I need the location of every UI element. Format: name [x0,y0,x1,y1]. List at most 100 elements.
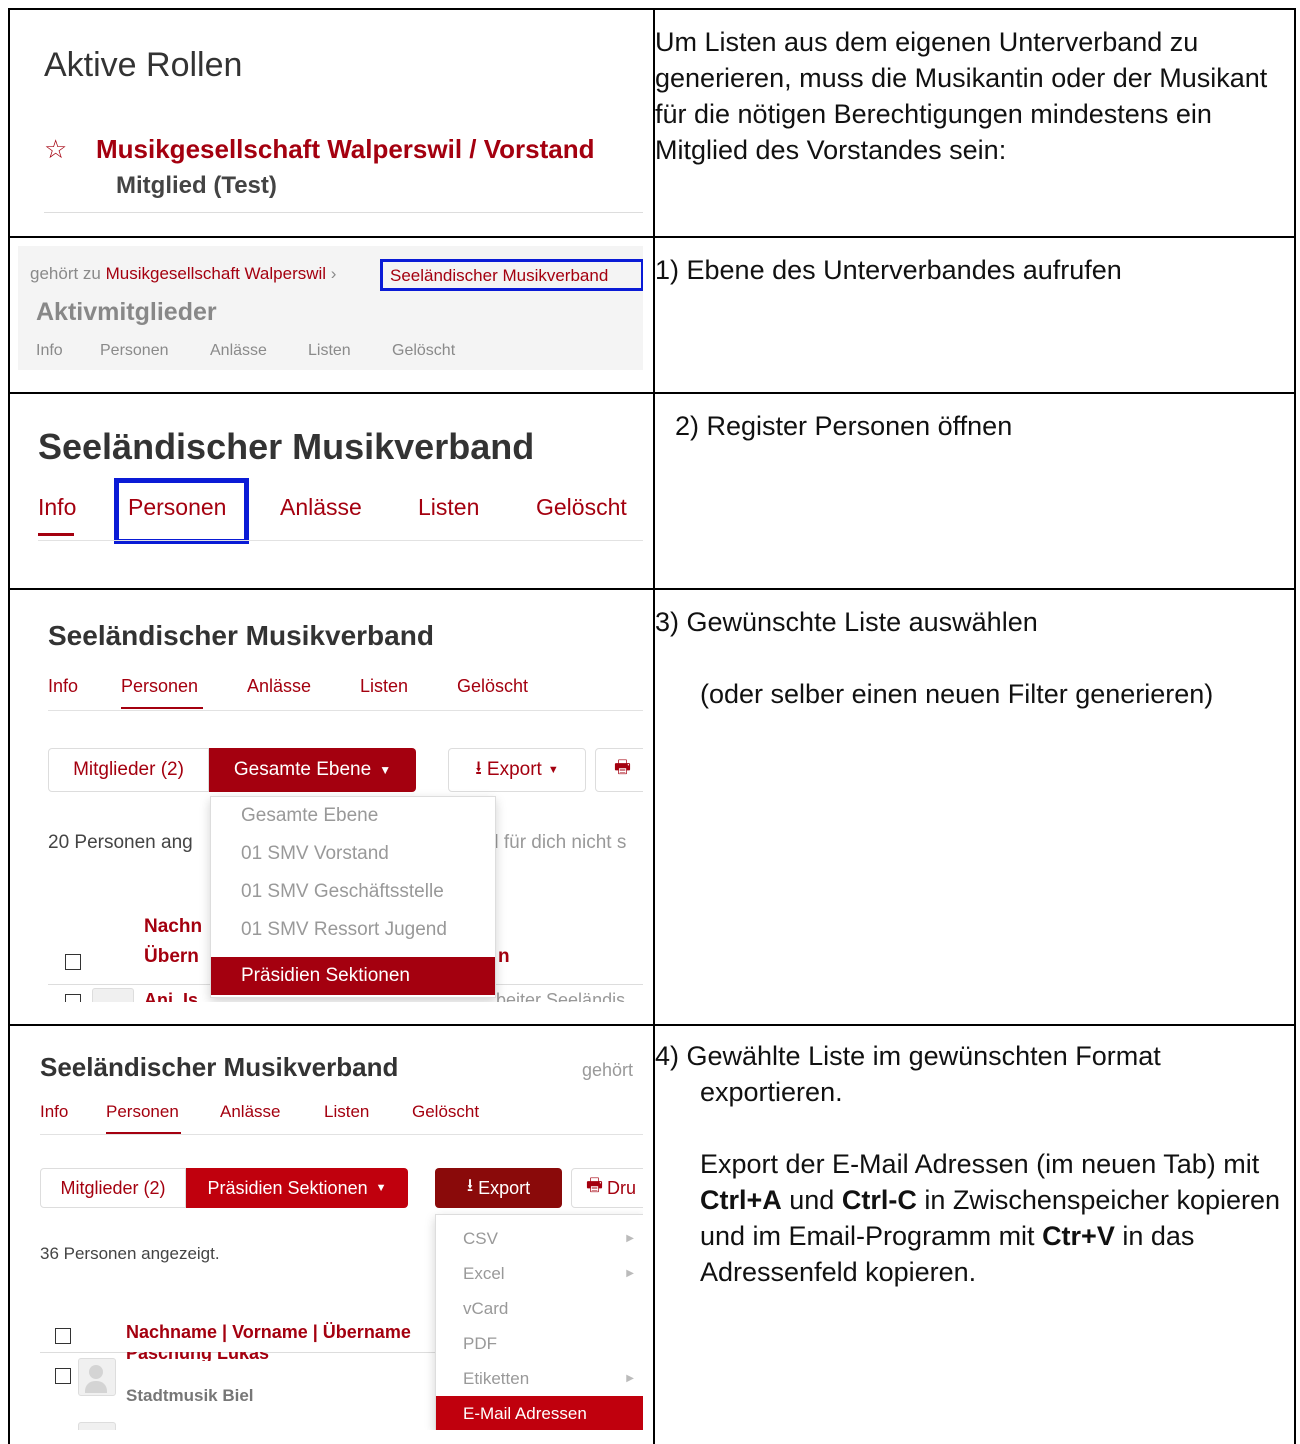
export-option-etiketten[interactable]: Etiketten ▶ [436,1361,643,1396]
tab-info[interactable]: Info [38,494,76,521]
dropdown-item[interactable]: 01 SMV Vorstand [211,835,495,873]
tab-geloescht[interactable]: Gelöscht [412,1102,479,1122]
tab-anlaesse[interactable]: Anlässe [280,494,362,521]
column-header-uebername[interactable]: Übern [144,946,199,968]
dropdown-item[interactable]: Gesamte Ebene [211,797,495,835]
avatar [78,1358,116,1396]
verband-title: Seeländischer Musikverband [40,1052,399,1082]
tab-info[interactable]: Info [48,676,78,697]
members-filter-button[interactable]: Mitglieder (2) [40,1168,186,1208]
row-divider [10,1024,1294,1026]
chevron-right-icon: ▶ [626,1268,634,1279]
row-checkbox[interactable] [55,1368,71,1384]
person-name-link[interactable]: Ani, Is [144,990,198,1002]
tabs-divider [40,1134,643,1135]
row-divider [10,392,1294,394]
role-label: Mitglied (Test) [116,172,277,199]
tab-geloescht[interactable]: Gelöscht [392,342,455,360]
export-option-pdf[interactable]: PDF [436,1326,643,1361]
tab-listen[interactable]: Listen [418,494,479,521]
export-option-vcard[interactable]: vCard [436,1291,643,1326]
tab-anlaesse[interactable]: Anlässe [210,342,267,360]
caret-down-icon: ▼ [379,763,392,777]
export-label: Export [486,759,542,780]
divider [44,212,643,213]
person-group: Stadtmusik Biel [126,1386,254,1405]
step1-text: 1) Ebene des Unterverbandes aufrufen [655,255,1122,285]
print-button[interactable]: 🖶 Dru [571,1168,643,1208]
row-checkbox[interactable] [65,994,81,1002]
print-icon: 🖶 [586,1175,603,1195]
caret-down-icon: ▼ [547,764,559,776]
export-label: Export [478,1177,531,1198]
avatar [78,1422,116,1430]
tab-listen[interactable]: Listen [308,342,351,360]
list-selection-screenshot: Seeländischer Musikverband Info Personen… [18,596,643,1002]
tab-anlaesse[interactable]: Anlässe [220,1102,280,1122]
active-tab-indicator [38,533,74,536]
person-group: beiter Seeländis [496,990,626,1002]
export-option-excel[interactable]: Excel ▶ [436,1256,643,1291]
step4-heading: 4) Gewählte Liste im gewünschten Format [655,1041,1161,1071]
breadcrumb-separator: › [330,264,337,283]
export-button[interactable]: ⭳ Export [435,1168,562,1208]
tab-personen[interactable]: Personen [121,676,198,697]
chevron-right-icon: ▶ [626,1373,634,1384]
export-button[interactable]: ⭳ Export ▼ [448,748,586,792]
select-all-checkbox[interactable] [55,1328,71,1344]
star-icon[interactable]: ☆ [44,134,67,165]
person-count: 36 Personen angezeigt. [40,1244,220,1263]
belongs-to-label: gehört [582,1060,634,1080]
dropdown-item-selected[interactable]: Präsidien Sektionen [211,957,495,995]
person-name-link[interactable]: Paschung Lukas [126,1352,269,1361]
tab-listen[interactable]: Listen [324,1102,369,1122]
step3-text: 3) Gewünschte Liste auswählen [655,607,1038,637]
export-option-email[interactable]: E-Mail Adressen [436,1396,643,1430]
hidden-info: d für dich nicht s [488,832,627,853]
verband-title: Seeländischer Musikverband [38,426,535,467]
active-tab-indicator [121,707,203,709]
chevron-right-icon: ▶ [626,1233,634,1244]
person-count: 20 Personen ang [48,832,193,853]
scope-dropdown-button[interactable]: Gesamte Ebene ▼ [209,748,416,792]
tab-personen[interactable]: Personen [106,1102,179,1122]
dropdown-item[interactable]: 01 SMV Geschäftsstelle [211,873,495,911]
intro-text: Um Listen aus dem eigenen Unterverband z… [655,27,1268,165]
export-option-csv[interactable]: CSV ▶ [436,1221,643,1256]
scope-dropdown-label: Gesamte Ebene [233,759,372,780]
column-header-name[interactable]: Nachname | Vorname | Übername [126,1322,411,1343]
tab-geloescht[interactable]: Gelöscht [536,494,627,521]
tab-info[interactable]: Info [40,1102,68,1122]
members-filter-button[interactable]: Mitglieder (2) [48,748,209,792]
group-role-link[interactable]: Musikgesellschaft Walperswil / Vorstand [96,134,594,165]
parent-group-link[interactable]: Musikgesellschaft Walperswil [106,264,326,283]
print-label: Dru [607,1177,637,1198]
download-icon: ⭳ [475,758,482,779]
column-header-name[interactable]: Nachn [144,916,202,938]
tab-geloescht[interactable]: Gelöscht [457,676,528,697]
select-all-checkbox[interactable] [65,954,81,970]
step2-text: 2) Register Personen öffnen [675,411,1013,441]
tab-personen[interactable]: Personen [100,342,169,360]
tab-anlaesse[interactable]: Anlässe [247,676,311,697]
row-divider [10,588,1294,590]
scope-dropdown-menu: Gesamte Ebene 01 SMV Vorstand 01 SMV Ges… [210,796,496,998]
print-button[interactable]: 🖶 [595,748,643,792]
verband-link[interactable]: Seeländischer Musikverband [390,266,608,286]
tab-info[interactable]: Info [36,342,63,360]
shortcut-copy: Ctrl-C [841,1185,917,1215]
shortcut-select-all: Ctrl+A [700,1185,782,1215]
column-header-fragment[interactable]: n [498,946,510,968]
step3-note: (oder selber einen neuen Filter generier… [700,679,1214,709]
step4-heading-2: exportieren. [700,1077,843,1107]
scope-dropdown-button[interactable]: Präsidien Sektionen ▼ [186,1168,408,1208]
tab-listen[interactable]: Listen [360,676,408,697]
export-dropdown-menu: CSV ▶ Excel ▶ vCard PDF Etiketten ▶ E-Mail … [435,1214,643,1430]
person-name-clip: Paschung Lukas [126,1352,269,1361]
tab-personen[interactable]: Personen [128,494,226,521]
download-icon: ⭳ [466,1175,474,1195]
dropdown-item[interactable]: 01 SMV Ressort Jugend [211,911,495,949]
active-roles-title: Aktive Rollen [44,46,243,84]
row-divider [10,236,1294,238]
verband-title: Seeländischer Musikverband [48,620,434,651]
